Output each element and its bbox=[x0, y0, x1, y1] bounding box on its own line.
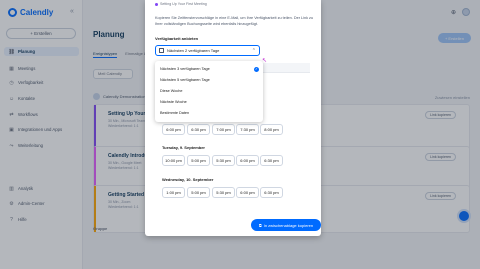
time-slot-label: 1:00 pm bbox=[166, 190, 181, 195]
time-slot[interactable]: 5:30 pm bbox=[212, 155, 235, 166]
day-label: Wednesday, 10. September bbox=[162, 177, 214, 182]
time-slot[interactable]: 6:30 pm bbox=[260, 155, 283, 166]
availability-select-value: Nächsten 2 verfügbaren Tage bbox=[167, 48, 220, 53]
availability-dropdown: Nächsten 3 verfügbaren Tage ✓ Nächsten 5… bbox=[155, 61, 263, 122]
dropdown-option-this-week[interactable]: Diese Woche bbox=[155, 86, 263, 96]
time-slot[interactable]: 6:00 pm bbox=[236, 155, 259, 166]
dropdown-option-specific-dates[interactable]: Bestimmte Daten bbox=[155, 108, 263, 118]
time-slot-label: 5:30 pm bbox=[216, 190, 231, 195]
time-slot[interactable]: 8:00 pm bbox=[260, 124, 283, 135]
copy-to-clipboard-button[interactable]: ⧉ In zwischenablage kopieren bbox=[251, 219, 321, 231]
dropdown-option-label: Bestimmte Daten bbox=[160, 111, 190, 115]
time-slot[interactable]: 6:00 pm bbox=[162, 124, 185, 135]
dropdown-option-next-week[interactable]: Nächste Woche bbox=[155, 97, 263, 107]
time-slot-label: 6:00 pm bbox=[240, 158, 255, 163]
time-slot[interactable]: 6:30 pm bbox=[260, 187, 283, 198]
day-label: Tuesday, 9. September bbox=[162, 145, 205, 150]
dropdown-option-label: Nächsten 3 verfügbaren Tage bbox=[160, 67, 210, 71]
time-slot-label: 8:00 pm bbox=[264, 127, 279, 132]
time-slot-label: 5:00 pm bbox=[191, 190, 206, 195]
time-slot[interactable]: 6:30 pm bbox=[187, 124, 210, 135]
time-slot-label: 6:30 pm bbox=[264, 190, 279, 195]
modal-header: Setting Up Your First Meeting bbox=[155, 2, 207, 6]
time-slot-label: 6:00 pm bbox=[166, 127, 181, 132]
availability-select[interactable]: Nächsten 2 verfügbaren Tage ⌃ bbox=[155, 45, 260, 56]
time-slot[interactable]: 10:00 pm bbox=[162, 155, 185, 166]
time-slot-label: 7:00 pm bbox=[216, 127, 231, 132]
time-slot[interactable]: 7:00 pm bbox=[212, 124, 235, 135]
time-slot[interactable]: 5:00 pm bbox=[187, 187, 210, 198]
time-slot[interactable]: 5:30 pm bbox=[212, 187, 235, 198]
time-slot[interactable]: 7:30 pm bbox=[236, 124, 259, 135]
dropdown-option-label: Nächste Woche bbox=[160, 100, 187, 104]
check-icon: ✓ bbox=[254, 66, 259, 72]
time-header-bar bbox=[262, 63, 310, 73]
time-slot[interactable]: 1:00 pm bbox=[162, 187, 185, 198]
time-slot-label: 7:30 pm bbox=[240, 127, 255, 132]
event-color-dot bbox=[155, 3, 158, 6]
time-slot-label: 5:00 pm bbox=[191, 158, 206, 163]
time-slot-label: 6:00 pm bbox=[240, 190, 255, 195]
chevron-up-icon: ⌃ bbox=[251, 48, 256, 54]
dropdown-option-5-days[interactable]: Nächsten 5 verfügbaren Tage bbox=[155, 75, 263, 85]
time-slot-label: 6:30 pm bbox=[191, 127, 206, 132]
time-slot-label: 10:00 pm bbox=[165, 158, 182, 163]
modal-description: Kopieren Sie Zeitfenstervorschläge in ei… bbox=[155, 16, 314, 26]
time-slot-label: 6:30 pm bbox=[264, 158, 279, 163]
calendar-icon bbox=[159, 48, 164, 53]
copy-to-clipboard-label: In zwischenablage kopieren bbox=[263, 222, 314, 228]
copy-icon: ⧉ bbox=[258, 222, 262, 228]
dropdown-option-label: Diese Woche bbox=[160, 89, 183, 93]
availability-label: Verfügbarkeit anbieten bbox=[155, 36, 199, 41]
time-slot[interactable]: 6:00 pm bbox=[236, 187, 259, 198]
time-slot-label: 5:30 pm bbox=[216, 158, 231, 163]
modal-event-title: Setting Up Your First Meeting bbox=[160, 2, 207, 6]
dropdown-option-3-days[interactable]: Nächsten 3 verfügbaren Tage ✓ bbox=[155, 64, 263, 74]
dropdown-option-label: Nächsten 5 verfügbaren Tage bbox=[160, 78, 210, 82]
time-slot[interactable]: 5:00 pm bbox=[187, 155, 210, 166]
